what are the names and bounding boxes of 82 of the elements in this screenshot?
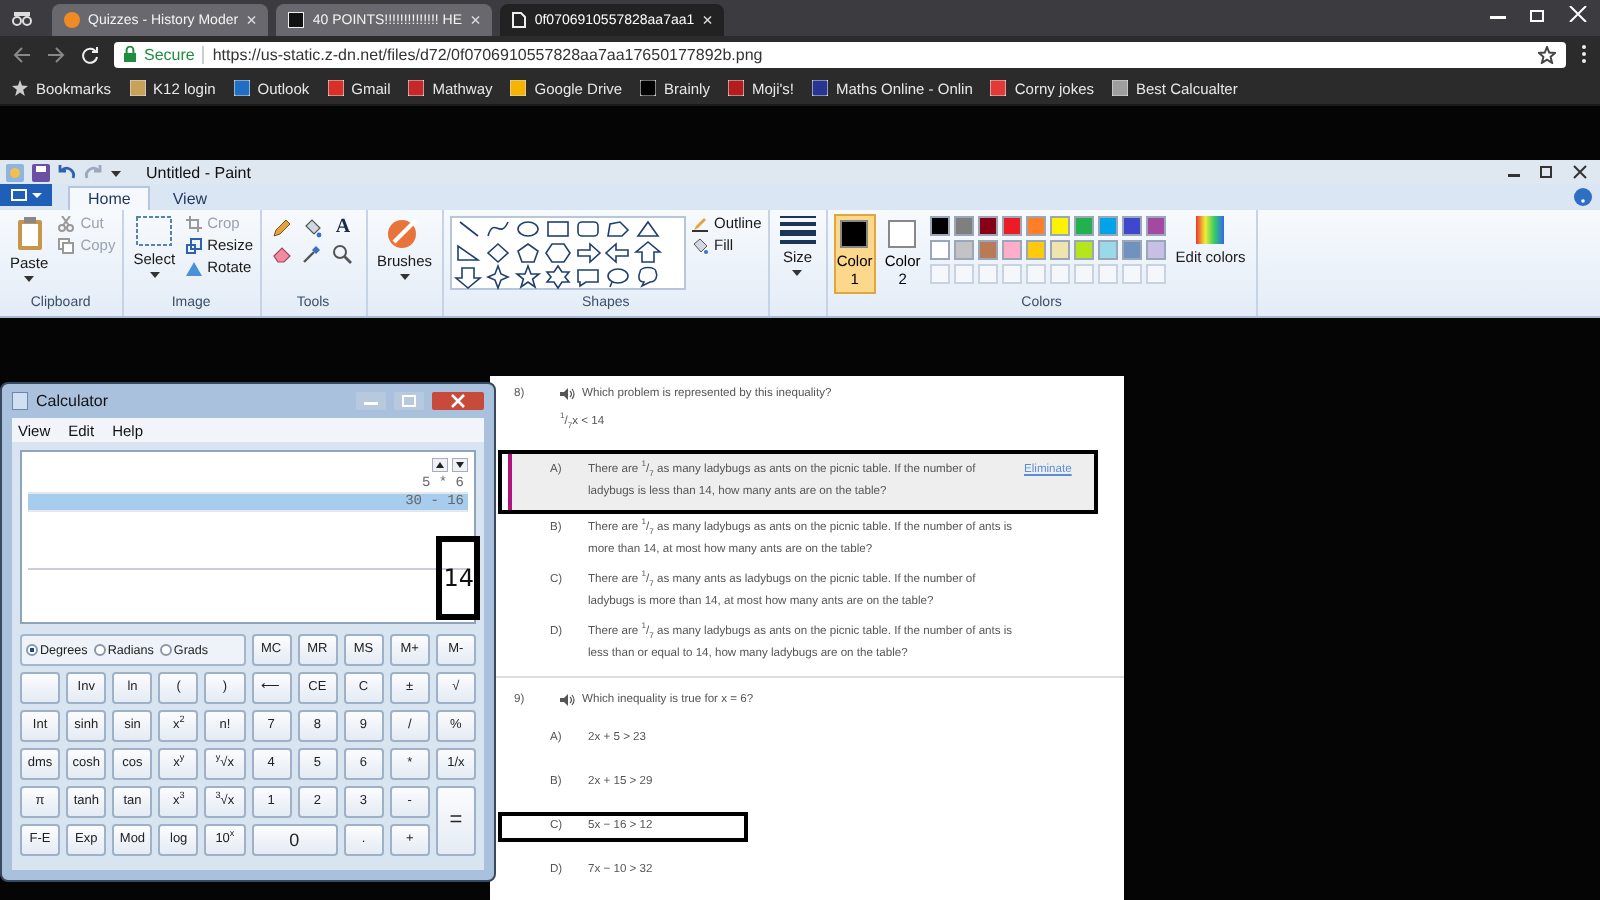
rainbow-icon (1196, 216, 1225, 244)
scroll-down-button-icon[interactable] (452, 458, 468, 472)
selection-icon (136, 216, 173, 246)
redo-icon[interactable] (84, 163, 102, 181)
color-swatch[interactable] (1121, 216, 1142, 236)
color-swatch[interactable] (929, 216, 950, 236)
blank-key[interactable] (20, 672, 61, 704)
address-bar[interactable]: Secure https://us-static.z-dn.net/files/d72/0f0706910557828aa7aa17650177892b.png (114, 41, 1566, 67)
menu-icon[interactable] (1580, 44, 1588, 64)
color-swatch[interactable] (1097, 240, 1118, 260)
caret-icon (792, 270, 803, 276)
color-swatch[interactable] (1121, 240, 1142, 260)
tab-close-button[interactable]: × (246, 11, 257, 29)
ribbon-tab[interactable]: Home (68, 186, 151, 210)
window-title: Untitled - Paint (146, 163, 251, 181)
bookmark-star-icon[interactable] (1538, 45, 1556, 63)
caret-icon (24, 276, 35, 282)
color-swatch[interactable] (1049, 216, 1070, 236)
color-swatch-icon (888, 220, 917, 248)
ribbon-tab[interactable]: View (154, 186, 226, 210)
color-swatch[interactable] (1025, 216, 1046, 236)
equals-key[interactable]: = (435, 786, 476, 856)
url-text: https://us-static.z-dn.net/files/d72/0f0706910557828aa7aa17650177892b.png (212, 45, 763, 63)
pencil-icon (692, 215, 709, 231)
forward-icon[interactable] (46, 45, 66, 63)
color-swatch[interactable] (953, 216, 974, 236)
save-icon[interactable] (32, 163, 50, 181)
close-icon[interactable] (432, 392, 484, 410)
fill-bucket-icon (692, 237, 709, 253)
display-value: 14 (436, 536, 480, 620)
secure-label: Secure (144, 45, 195, 63)
color-swatch[interactable] (1001, 240, 1022, 260)
page-icon (512, 12, 527, 28)
star-icon (12, 80, 28, 96)
caret-icon (399, 274, 410, 280)
file-menu-icon[interactable] (0, 184, 52, 206)
restore-icon (1528, 6, 1548, 22)
eraser-icon[interactable] (271, 244, 291, 264)
resize-icon (185, 237, 202, 253)
copy-icon (58, 237, 75, 253)
color-swatch[interactable] (977, 240, 998, 260)
help-icon[interactable] (1574, 188, 1592, 206)
crop-icon (185, 215, 202, 231)
lock-icon (124, 46, 136, 62)
favicon-icon (64, 12, 80, 28)
color-picker-icon[interactable] (301, 244, 321, 264)
pencil-icon[interactable] (271, 218, 291, 238)
fill-bucket-icon[interactable] (301, 218, 321, 238)
color-swatch[interactable] (1145, 216, 1166, 236)
color-swatch[interactable] (1097, 216, 1118, 236)
back-icon[interactable] (12, 45, 32, 63)
undo-icon[interactable] (58, 163, 76, 181)
text-tool-button[interactable]: A (331, 218, 355, 238)
color-swatch[interactable] (1049, 240, 1070, 260)
tab-close-button[interactable]: × (702, 11, 713, 29)
clipboard-icon (15, 216, 44, 250)
tab-close-button[interactable]: × (470, 11, 481, 29)
color-swatch[interactable] (1073, 240, 1094, 260)
caret-icon (149, 272, 160, 278)
reload-icon[interactable] (80, 45, 100, 63)
color-swatch[interactable] (1001, 216, 1022, 236)
line-width-icon (779, 216, 816, 244)
color-swatch-icon (840, 220, 869, 248)
color-swatch[interactable] (1025, 240, 1046, 260)
window-title: Calculator (36, 392, 109, 410)
scissors-icon (58, 215, 75, 231)
color-swatch[interactable] (953, 240, 974, 260)
favicon-icon (288, 12, 305, 28)
paint-app-icon (6, 163, 24, 181)
brush-icon (386, 216, 423, 248)
speaker-icon[interactable] (560, 388, 576, 400)
color-swatch[interactable] (929, 240, 950, 260)
color-swatch[interactable] (977, 216, 998, 236)
calculator-key[interactable]: 0 (251, 824, 338, 856)
close-icon (1568, 6, 1588, 22)
magnifier-icon[interactable] (331, 244, 351, 264)
color-swatch[interactable] (1145, 240, 1166, 260)
restore-icon[interactable] (1534, 164, 1558, 180)
incognito-icon (12, 10, 32, 26)
scroll-up-button-icon[interactable] (432, 458, 448, 472)
speaker-icon[interactable] (560, 694, 576, 706)
color-swatch[interactable] (1073, 216, 1094, 236)
